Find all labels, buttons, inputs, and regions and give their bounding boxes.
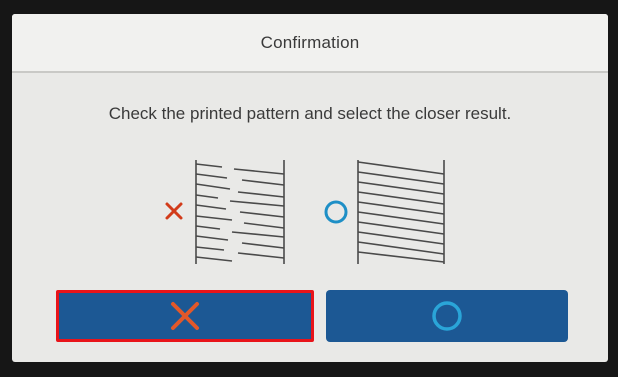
circle-mark-icon — [432, 301, 462, 331]
choice-buttons — [56, 290, 568, 342]
circle-mark-icon — [324, 200, 348, 224]
instruction-text: Check the printed pattern and select the… — [108, 104, 512, 123]
aligned-lines-pattern-icon — [357, 160, 445, 264]
not-aligned-button[interactable] — [56, 290, 314, 342]
lcd-screen: Confirmation Check the printed pattern a… — [12, 14, 608, 362]
device-bezel: Confirmation Check the printed pattern a… — [0, 0, 618, 377]
dialog-title: Confirmation — [260, 32, 360, 52]
aligned-button[interactable] — [326, 290, 568, 342]
x-mark-icon — [165, 202, 183, 220]
title-bar: Confirmation — [12, 14, 608, 73]
misaligned-lines-pattern-icon — [195, 160, 285, 264]
x-mark-icon — [171, 302, 199, 330]
pattern-illustration — [165, 160, 445, 264]
